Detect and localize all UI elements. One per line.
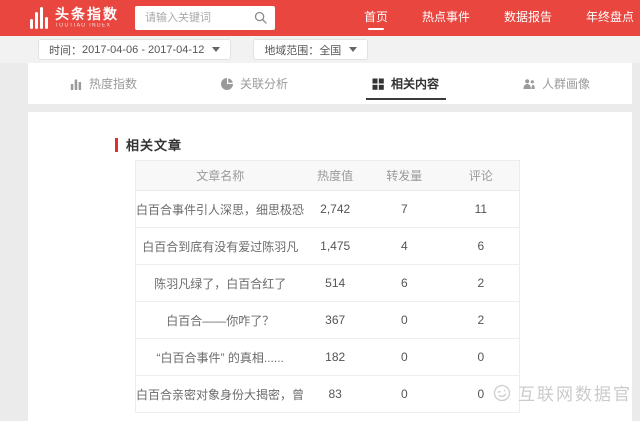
time-filter-label: 时间： <box>49 44 82 57</box>
table-header-row: 文章名称 热度值 转发量 评论 <box>135 160 520 191</box>
app-header: 头条指数 TOUTIAO INDEX 首页 热点事件 数据报告 年终盘点 <box>0 0 640 36</box>
search-icon[interactable] <box>254 11 267 24</box>
time-range-dropdown[interactable]: 时间： 2017-04-06 - 2017-04-12 <box>38 39 232 60</box>
nav-item-home[interactable]: 首页 <box>362 4 390 32</box>
tab-relation-analysis[interactable]: 关联分析 <box>179 63 330 104</box>
heat-value: 1,475 <box>304 227 366 265</box>
column-header-article-name: 文章名称 <box>135 160 305 191</box>
article-title[interactable]: 白百合亲密对象身份大揭密，曾是... <box>135 375 305 413</box>
people-icon <box>523 78 535 89</box>
forwards-count: 4 <box>365 227 443 265</box>
tab-label: 相关内容 <box>390 77 439 91</box>
comments-count: 6 <box>442 227 520 265</box>
comments-count: 2 <box>442 301 520 339</box>
region-filter-value: 全国 <box>319 44 342 57</box>
bar-chart-logo-icon <box>30 7 48 29</box>
pie-chart-icon <box>220 77 233 90</box>
section-tab-bar: 热度指数 关联分析 相关内容 人群画像 <box>28 63 632 104</box>
toutiao-index-logo[interactable]: 头条指数 TOUTIAO INDEX <box>30 7 121 29</box>
article-title[interactable]: “白百合事件” 的真相...... <box>135 338 305 376</box>
article-title[interactable]: 白百合到底有没有爱过陈羽凡 <box>135 227 305 265</box>
table-row: “白百合事件” 的真相...... 182 0 0 <box>135 338 520 376</box>
column-header-comments: 评论 <box>442 160 520 191</box>
forwards-count: 6 <box>365 264 443 302</box>
related-content-panel: 相关文章 文章名称 热度值 转发量 评论 白百合事件引人深思，细思极恐！ 2,7… <box>28 112 632 421</box>
table-row: 白百合——你咋了？ 367 0 2 <box>135 301 520 339</box>
forwards-count: 0 <box>365 301 443 339</box>
heat-value: 83 <box>304 375 366 413</box>
tab-heat-index[interactable]: 热度指数 <box>28 63 179 104</box>
tab-label: 热度指数 <box>88 77 137 91</box>
article-title[interactable]: 白百合事件引人深思，细思极恐！ <box>135 190 305 228</box>
chevron-down-icon <box>349 47 358 52</box>
tab-label: 关联分析 <box>239 77 288 91</box>
time-filter-value: 2017-04-06 - 2017-04-12 <box>82 43 205 56</box>
comments-count: 0 <box>442 338 520 376</box>
forwards-count: 0 <box>365 338 443 376</box>
top-navigation: 首页 热点事件 数据报告 年终盘点 <box>362 4 640 32</box>
chevron-down-icon <box>212 47 221 52</box>
article-title[interactable]: 陈羽凡绿了，白百合红了 <box>135 264 305 302</box>
watermark: 互联网数据官 <box>492 380 632 405</box>
search-input[interactable] <box>135 6 248 30</box>
comments-count: 11 <box>442 190 520 228</box>
tab-audience-profile[interactable]: 人群画像 <box>481 63 632 104</box>
forwards-count: 7 <box>365 190 443 228</box>
heat-value: 367 <box>304 301 366 339</box>
logo-title: 头条指数 <box>55 6 119 22</box>
table-row: 白百合亲密对象身份大揭密，曾是... 83 0 0 <box>135 375 520 413</box>
smiley-icon <box>493 384 511 401</box>
article-title[interactable]: 白百合——你咋了？ <box>135 301 305 339</box>
nav-item-year-review[interactable]: 年终盘点 <box>584 4 636 32</box>
tab-label: 人群画像 <box>541 77 590 91</box>
related-articles-table: 文章名称 热度值 转发量 评论 白百合事件引人深思，细思极恐！ 2,742 7 … <box>135 160 520 413</box>
section-title-text: 相关文章 <box>126 138 183 153</box>
section-title: 相关文章 <box>115 135 182 154</box>
heat-value: 2,742 <box>304 190 366 228</box>
table-row: 白百合到底有没有爱过陈羽凡 1,475 4 6 <box>135 227 520 265</box>
heat-value: 514 <box>304 264 366 302</box>
watermark-text: 互联网数据官 <box>518 385 632 404</box>
logo-subtitle: TOUTIAO INDEX <box>55 23 112 29</box>
filter-bar: 时间： 2017-04-06 - 2017-04-12 地域范围： 全国 <box>0 36 640 63</box>
grid-icon <box>372 78 384 90</box>
tab-related-content[interactable]: 相关内容 <box>330 63 481 104</box>
table-row: 陈羽凡绿了，白百合红了 514 6 2 <box>135 264 520 302</box>
bar-chart-icon <box>70 79 82 90</box>
table-row: 白百合事件引人深思，细思极恐！ 2,742 7 11 <box>135 190 520 228</box>
column-header-heat-value: 热度值 <box>304 160 366 191</box>
heat-value: 182 <box>304 338 366 376</box>
region-filter-label: 地域范围： <box>264 44 320 57</box>
nav-item-data-report[interactable]: 数据报告 <box>502 4 554 32</box>
region-dropdown[interactable]: 地域范围： 全国 <box>253 39 369 60</box>
nav-item-hot-events[interactable]: 热点事件 <box>420 4 472 32</box>
red-accent-bar <box>115 137 118 152</box>
comments-count: 2 <box>442 264 520 302</box>
keyword-search-box[interactable] <box>135 6 276 30</box>
forwards-count: 0 <box>365 375 443 413</box>
column-header-forwards: 转发量 <box>365 160 443 191</box>
